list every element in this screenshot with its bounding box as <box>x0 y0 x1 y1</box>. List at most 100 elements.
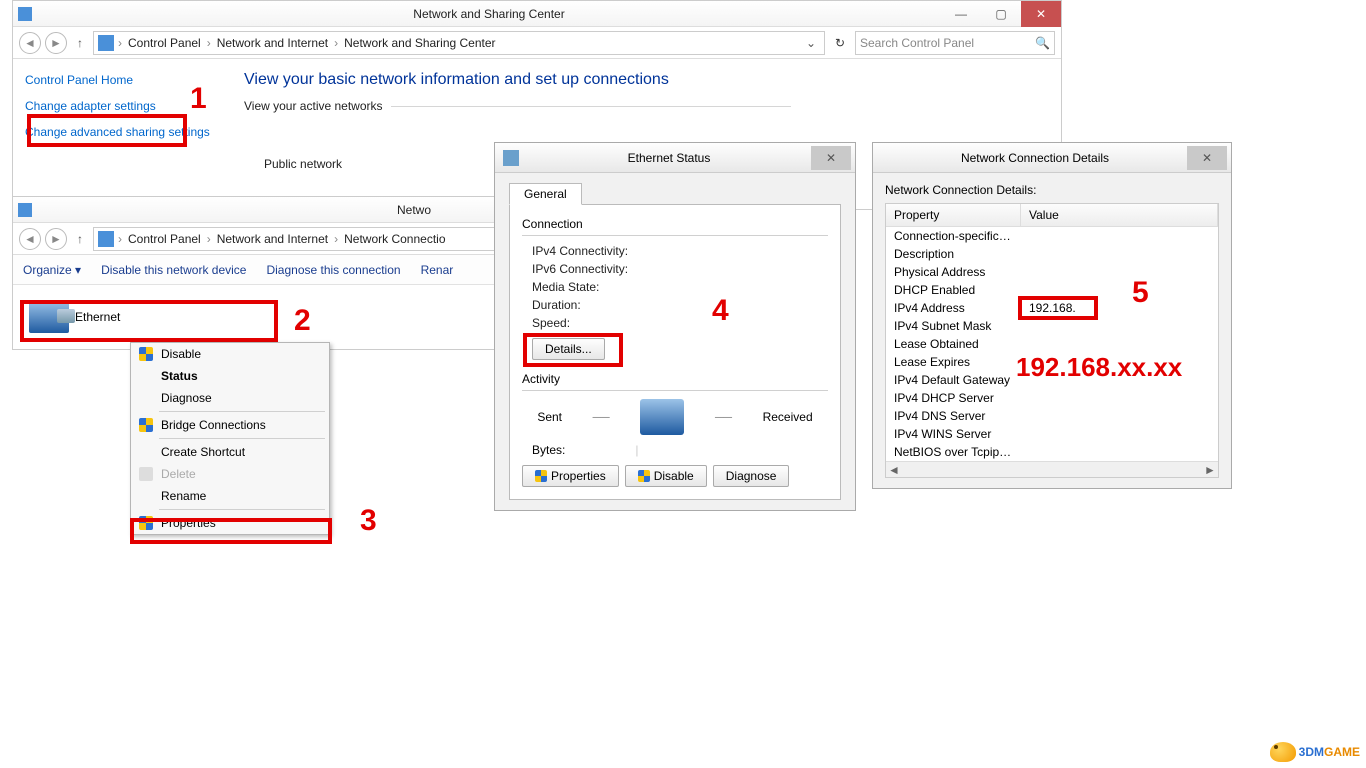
dlg-titlebar: Ethernet Status ✕ <box>495 143 855 173</box>
address-bar: ◄ ► ↑ › Control Panel› Network and Inter… <box>13 27 1061 59</box>
forward-button[interactable]: ► <box>45 32 67 54</box>
organize-menu[interactable]: Organize ▾ <box>23 263 81 277</box>
breadcrumb[interactable]: › Control Panel› Network and Internet› N… <box>93 31 825 55</box>
crumb-control-panel[interactable]: Control Panel <box>126 36 203 50</box>
ctx-status[interactable]: Status <box>131 365 329 387</box>
detail-val <box>1021 425 1218 443</box>
diagnose-button[interactable]: Diagnose this connection <box>266 263 400 277</box>
speed: Speed: <box>532 316 828 330</box>
active-networks-label: View your active networks <box>244 99 383 113</box>
annotation-box-5 <box>1018 296 1098 320</box>
ctx-shortcut[interactable]: Create Shortcut <box>131 441 329 463</box>
detail-val <box>1021 263 1218 281</box>
detail-val <box>1021 407 1218 425</box>
detail-row[interactable]: IPv4 DHCP Server <box>886 389 1218 407</box>
ctx-rename[interactable]: Rename <box>131 485 329 507</box>
close-button[interactable]: ✕ <box>811 146 851 170</box>
header-property: Property <box>886 204 1021 226</box>
shield-icon <box>139 418 153 432</box>
diagnose-button[interactable]: Diagnose <box>713 465 790 487</box>
crumb-ni[interactable]: Network and Internet <box>215 232 330 246</box>
ctx-diagnose[interactable]: Diagnose <box>131 387 329 409</box>
detail-prop: IPv4 DHCP Server <box>886 389 1021 407</box>
ethernet-status-dialog: Ethernet Status ✕ General Connection IPv… <box>494 142 856 511</box>
close-button[interactable]: ✕ <box>1021 1 1061 27</box>
control-panel-icon <box>98 231 114 247</box>
ipv4-connectivity: IPv4 Connectivity: <box>532 244 828 258</box>
watermark-logo: 3DMGAME <box>1270 742 1360 762</box>
dlg-titlebar: Network Connection Details ✕ <box>873 143 1231 173</box>
crumb-network-internet[interactable]: Network and Internet <box>215 36 330 50</box>
annotation-number-4: 4 <box>712 294 729 328</box>
tab-general[interactable]: General <box>509 183 582 205</box>
detail-row[interactable]: IPv4 DNS Server <box>886 407 1218 425</box>
up-button[interactable]: ↑ <box>71 232 89 246</box>
back-button[interactable]: ◄ <box>19 32 41 54</box>
delete-icon <box>139 467 153 481</box>
ethernet-icon <box>503 150 519 166</box>
content-heading: View your basic network information and … <box>244 71 791 89</box>
disable-button[interactable]: Disable <box>625 465 707 487</box>
search-input[interactable]: Search Control Panel 🔍 <box>855 31 1055 55</box>
sent-label: Sent <box>537 410 562 424</box>
dlg-title: Network Connection Details <box>883 151 1187 165</box>
detail-row[interactable]: NetBIOS over Tcpip En... <box>886 443 1218 461</box>
ctx-bridge[interactable]: Bridge Connections <box>131 414 329 436</box>
detail-row[interactable]: IPv4 WINS Server <box>886 425 1218 443</box>
shield-icon <box>139 347 153 361</box>
horizontal-scrollbar[interactable]: ◄ ► <box>886 461 1218 477</box>
detail-prop: IPv4 Default Gateway <box>886 371 1021 389</box>
annotation-number-5: 5 <box>1132 276 1149 310</box>
separator <box>159 438 325 439</box>
duration: Duration: <box>532 298 828 312</box>
close-button[interactable]: ✕ <box>1187 146 1227 170</box>
forward-button[interactable]: ► <box>45 228 67 250</box>
header-value: Value <box>1021 204 1218 226</box>
separator <box>159 411 325 412</box>
detail-val <box>1021 335 1218 353</box>
detail-val <box>1021 389 1218 407</box>
scroll-right-icon[interactable]: ► <box>1202 463 1218 477</box>
search-placeholder: Search Control Panel <box>860 36 974 50</box>
crumb-nc[interactable]: Network Connectio <box>342 232 447 246</box>
dlg-title: Ethernet Status <box>527 151 811 165</box>
sidebar-change-adapter[interactable]: Change adapter settings <box>25 99 216 113</box>
rename-button[interactable]: Renar <box>421 263 454 277</box>
breadcrumb-dropdown[interactable]: ⌄ <box>802 36 820 50</box>
context-menu: Disable Status Diagnose Bridge Connectio… <box>130 342 330 535</box>
ipv6-connectivity: IPv6 Connectivity: <box>532 262 828 276</box>
annotation-box-3 <box>130 518 332 544</box>
crumb-sharing-center[interactable]: Network and Sharing Center <box>342 36 497 50</box>
back-button[interactable]: ◄ <box>19 228 41 250</box>
bytes-label: Bytes: <box>532 443 565 457</box>
scroll-left-icon[interactable]: ◄ <box>886 463 902 477</box>
shield-icon <box>535 470 547 482</box>
group-activity: Activity <box>522 372 828 386</box>
detail-row[interactable]: Connection-specific DN... <box>886 227 1218 245</box>
detail-row[interactable]: Description <box>886 245 1218 263</box>
app-icon <box>18 203 32 217</box>
disable-device-button[interactable]: Disable this network device <box>101 263 246 277</box>
sidebar-home[interactable]: Control Panel Home <box>25 73 216 87</box>
detail-prop: Description <box>886 245 1021 263</box>
annotation-number-2: 2 <box>294 304 311 338</box>
maximize-button[interactable]: ▢ <box>981 1 1021 27</box>
detail-row[interactable]: Physical Address <box>886 263 1218 281</box>
app-icon <box>18 7 32 21</box>
properties-button[interactable]: Properties <box>522 465 619 487</box>
up-button[interactable]: ↑ <box>71 36 89 50</box>
annotation-box-1 <box>27 114 187 147</box>
detail-prop: IPv4 WINS Server <box>886 425 1021 443</box>
minimize-button[interactable]: — <box>941 1 981 27</box>
detail-prop: Lease Expires <box>886 353 1021 371</box>
ctx-delete: Delete <box>131 463 329 485</box>
detail-row[interactable]: Lease Obtained <box>886 335 1218 353</box>
media-state: Media State: <box>532 280 828 294</box>
crumb-cp[interactable]: Control Panel <box>126 232 203 246</box>
ctx-disable[interactable]: Disable <box>131 343 329 365</box>
monitors-icon <box>640 399 684 435</box>
group-connection: Connection <box>522 217 828 231</box>
refresh-button[interactable]: ↻ <box>829 36 851 50</box>
control-panel-icon <box>98 35 114 51</box>
detail-prop: DHCP Enabled <box>886 281 1021 299</box>
